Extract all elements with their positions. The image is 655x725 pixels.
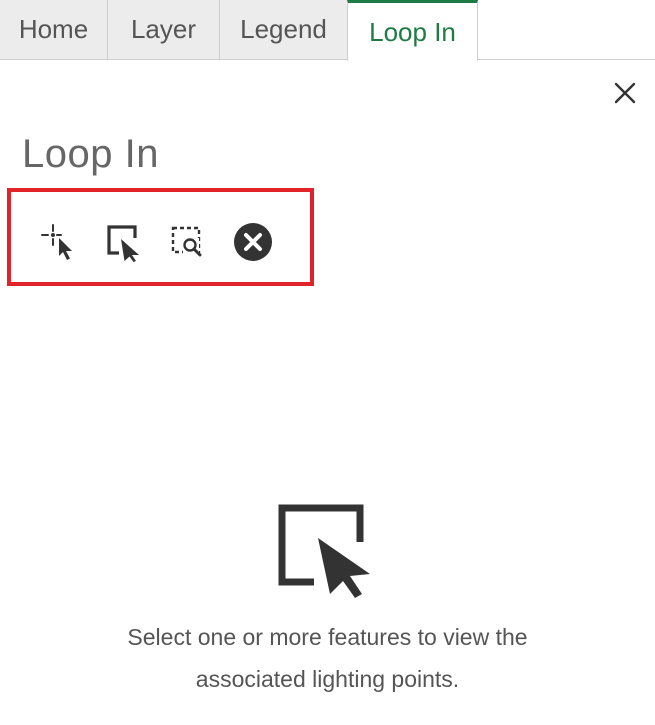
close-icon — [614, 82, 636, 104]
select-feature-icon — [278, 504, 370, 598]
clear-selection-icon — [234, 223, 272, 261]
point-select-button[interactable] — [39, 222, 79, 262]
point-select-icon — [41, 224, 72, 260]
rectangle-zoom-select-button[interactable] — [169, 222, 209, 262]
empty-state-line-1: Select one or more features to view the — [127, 624, 528, 650]
tab-layer[interactable]: Layer — [108, 0, 220, 59]
tool-group — [7, 188, 314, 286]
panel-title: Loop In — [22, 132, 159, 176]
tab-loop-in[interactable]: Loop In — [347, 0, 478, 61]
select-feature-button[interactable] — [103, 222, 143, 262]
clear-selection-button[interactable] — [233, 222, 273, 262]
empty-state-message: Select one or more features to view the … — [0, 616, 655, 700]
tab-home[interactable]: Home — [0, 0, 108, 59]
tab-legend[interactable]: Legend — [220, 0, 348, 59]
close-button[interactable] — [610, 78, 640, 108]
empty-state-line-2: associated lighting points. — [195, 666, 460, 692]
tab-bar: Home Layer Legend Loop In — [0, 0, 655, 61]
rectangle-zoom-select-icon — [171, 226, 202, 257]
select-feature-icon — [107, 225, 139, 262]
